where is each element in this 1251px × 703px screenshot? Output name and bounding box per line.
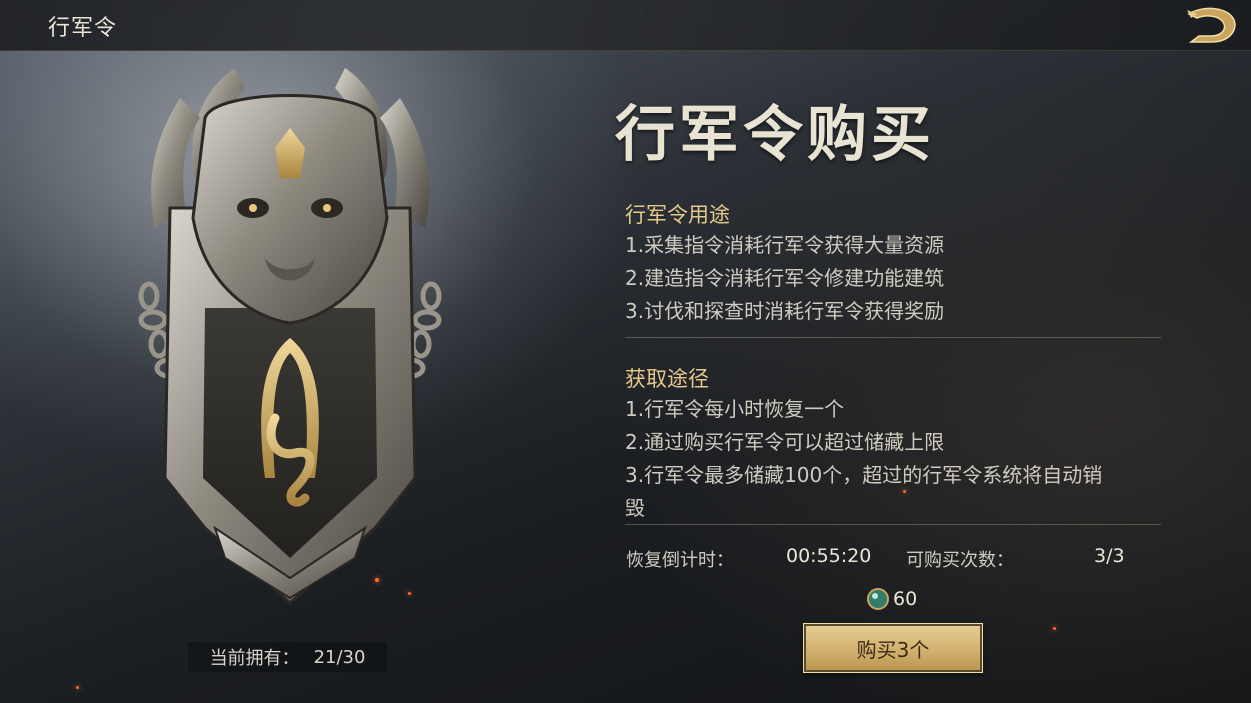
dragon-close-icon: [1187, 7, 1236, 43]
ember-particle: [903, 490, 906, 493]
obtain-item: 2.通过购买行军令可以超过储藏上限: [625, 430, 945, 454]
obtain-section-title: 获取途径: [625, 367, 709, 391]
usage-item: 2.建造指令消耗行军令修建功能建筑: [625, 266, 945, 290]
owned-count-panel: 当前拥有： 21/30: [188, 642, 387, 672]
cost-value: 60: [893, 588, 918, 610]
page-title: 行军令购买: [615, 100, 935, 170]
purchase-cost: 60: [867, 588, 917, 610]
obtain-item: 3.行军令最多储藏100个，超过的行军令系统将自动销: [625, 463, 1103, 487]
usage-item: 1.采集指令消耗行军令获得大量资源: [625, 233, 945, 257]
section-divider: [625, 337, 1161, 338]
section-divider: [625, 524, 1161, 525]
recover-countdown-label: 恢复倒计时：: [626, 550, 734, 571]
ember-particle: [408, 592, 411, 595]
obtain-item-continued: 毁: [625, 496, 645, 520]
ember-particle: [1053, 627, 1056, 630]
title-bar: 行军令: [0, 0, 1251, 51]
obtain-item: 1.行军令每小时恢复一个: [625, 397, 845, 421]
usage-section-title: 行军令用途: [625, 203, 730, 227]
window-title: 行军令: [48, 16, 118, 41]
recover-countdown-value: 00:55:20: [786, 545, 872, 567]
owned-label: 当前拥有：: [209, 648, 300, 669]
ember-particle: [375, 578, 379, 582]
owned-value: 21/30: [313, 646, 366, 668]
usage-item: 3.讨伐和探查时消耗行军令获得奖励: [625, 299, 945, 323]
purchases-left-label: 可购买次数：: [906, 550, 1014, 571]
buy-button[interactable]: 购买3个: [803, 623, 983, 673]
jade-gem-icon: [867, 588, 889, 610]
marching-token-badge-image: [138, 68, 442, 606]
close-button[interactable]: [1181, 4, 1241, 46]
ember-particle: [76, 686, 79, 689]
purchases-left-value: 3/3: [1094, 545, 1125, 567]
